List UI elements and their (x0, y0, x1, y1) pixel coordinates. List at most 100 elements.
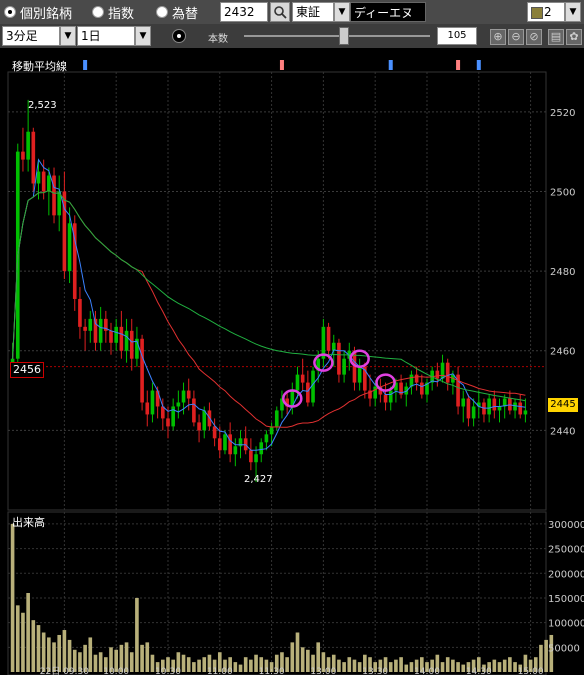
low-price-label: 2,427 (244, 474, 273, 485)
printer-icon: ▤ (550, 30, 562, 43)
time-tick-label: 14:30 (466, 667, 492, 675)
candle-body (83, 326, 87, 331)
volume-bar (36, 625, 41, 672)
price-tick-label: 2440 (550, 426, 575, 437)
search-button[interactable] (270, 2, 290, 22)
chevron-down-icon: ▼ (139, 31, 147, 41)
candle-body (119, 326, 124, 351)
zoom-reset-button[interactable]: ⊘ (526, 29, 542, 45)
candle-body (513, 402, 517, 411)
candle-body (300, 374, 305, 383)
code-input[interactable]: 2432 (220, 2, 268, 22)
candle-body (414, 374, 419, 383)
volume-bar (129, 652, 134, 672)
period-dropdown-button[interactable]: ▼ (60, 26, 76, 46)
search-icon (274, 6, 287, 19)
candle-body (145, 402, 150, 415)
market-dropdown-button[interactable]: ▼ (334, 2, 350, 22)
volume-bar (140, 644, 144, 672)
volume-bar (145, 642, 150, 672)
volume-bar (347, 657, 352, 672)
radio-index-label: 指数 (108, 6, 135, 22)
high-price-label: 2,523 (28, 100, 57, 111)
volume-bar (306, 649, 310, 672)
signal-marker (83, 60, 88, 70)
bar-count-slider-thumb[interactable] (339, 27, 350, 45)
candle-body (150, 390, 155, 415)
market-select[interactable]: 東証 (292, 2, 334, 22)
bar-count-label: 本数 (208, 34, 228, 45)
volume-bar (15, 605, 20, 672)
volume-bar (492, 659, 497, 672)
candle-body (98, 318, 103, 343)
bar-count-slider-track[interactable] (244, 35, 430, 37)
candle-body (140, 338, 144, 403)
chevron-down-icon: ▼ (64, 31, 72, 41)
zoom-in-button[interactable]: ⊕ (490, 29, 506, 45)
time-tick-label: 11:00 (207, 667, 233, 675)
time-tick-label: 13:30 (362, 667, 388, 675)
span-select[interactable]: 1日 (77, 26, 135, 46)
period-select[interactable]: 3分足 (2, 26, 60, 46)
candle-body (274, 410, 279, 427)
company-name: ディーエヌエー (350, 2, 426, 40)
candle-body (88, 318, 93, 331)
candle-body (445, 362, 450, 383)
candle-body (306, 382, 310, 403)
volume-bar (31, 620, 36, 672)
candle-body (186, 390, 191, 399)
target-toggle[interactable] (172, 29, 186, 43)
candle-body (518, 402, 523, 415)
settings-button[interactable]: ✿ (566, 29, 582, 45)
time-tick-label: 15:00 (518, 667, 544, 675)
candle-body (492, 398, 497, 411)
price-tick-label: 2460 (550, 347, 575, 358)
radio-stock-dot (4, 6, 16, 18)
time-tick-label: 14:00 (414, 667, 440, 675)
span-dropdown-button[interactable]: ▼ (135, 26, 151, 46)
panel-count-value: 2 (544, 5, 552, 19)
volume-bar (342, 662, 346, 672)
candle-body (440, 362, 445, 379)
candle-body (202, 410, 207, 431)
zoom-reset-icon: ⊘ (529, 30, 539, 43)
bar-count-input[interactable]: 105 (437, 27, 477, 45)
time-tick-label: 22日 09:30 (40, 666, 90, 675)
radio-fx-label: 為替 (172, 6, 199, 22)
radio-fx[interactable]: 為替 (156, 4, 199, 22)
chart-area[interactable]: 2520 2500 2480 2460 2440 300000 250000 200000 15… (0, 48, 584, 675)
candle-body (357, 366, 362, 383)
candle-body (212, 426, 217, 439)
volume-bar (513, 662, 517, 672)
signal-marker (388, 60, 393, 70)
candle-body (78, 298, 82, 327)
zoom-in-icon: ⊕ (493, 30, 503, 43)
radio-fx-dot (156, 6, 168, 18)
radio-stock[interactable]: 個別銘柄 (4, 4, 72, 22)
zoom-out-icon: ⊖ (511, 30, 521, 43)
volume-tick-label: 100000 (548, 619, 584, 630)
moving-average-label: 移動平均線 (12, 60, 67, 73)
volume-bar (290, 642, 295, 672)
zoom-out-button[interactable]: ⊖ (508, 29, 524, 45)
last-price-badge: 2445 (548, 398, 578, 412)
candle-body (466, 398, 471, 419)
panel-count-dropdown-button[interactable]: ▼ (565, 2, 581, 22)
print-button[interactable]: ▤ (548, 29, 564, 45)
chart-background (0, 48, 584, 675)
candle-body (269, 426, 274, 435)
volume-bar (192, 662, 196, 672)
volume-bar (88, 637, 93, 672)
radio-index[interactable]: 指数 (92, 4, 135, 22)
price-tick-label: 2520 (550, 108, 575, 119)
candle-body (487, 398, 491, 415)
panel-count-select[interactable]: 2 (527, 2, 565, 22)
candle-body (259, 442, 264, 455)
toolbar-top: 個別銘柄 指数 為替 2432 東証 ▼ ディーエヌエー 2 ▼ (0, 0, 584, 40)
volume-bar (399, 657, 403, 672)
volume-bar (440, 662, 445, 672)
volume-bar (388, 662, 393, 672)
volume-bar (21, 612, 25, 672)
candle-body (373, 386, 378, 399)
volume-bar (202, 657, 207, 672)
